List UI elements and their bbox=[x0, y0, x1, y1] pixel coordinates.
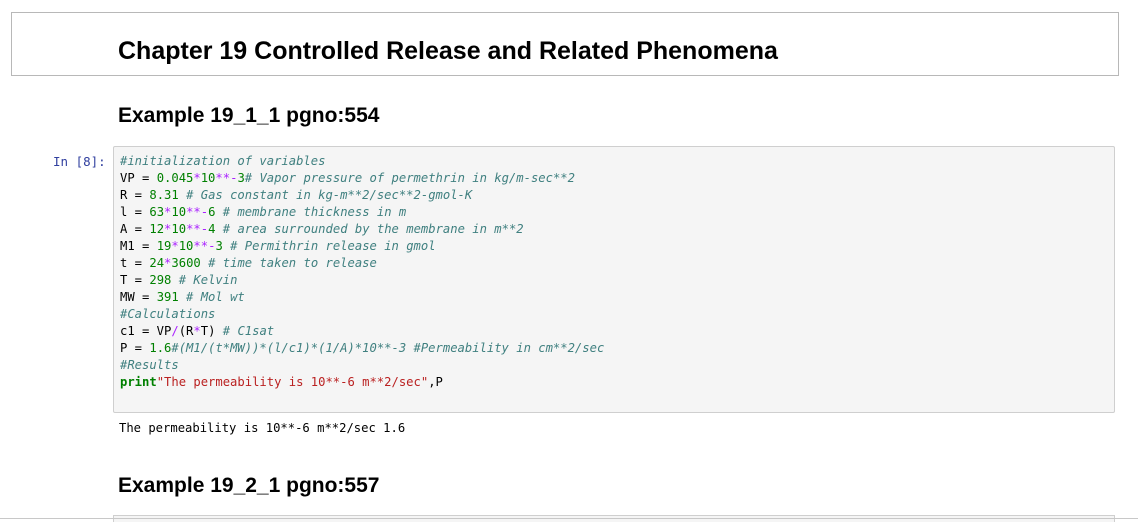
code-cell[interactable]: #initialization of variables VP = 0.045*1… bbox=[113, 146, 1115, 413]
notebook-page: Chapter 19 Controlled Release and Relate… bbox=[0, 0, 1138, 522]
chapter-title: Chapter 19 Controlled Release and Relate… bbox=[118, 37, 778, 65]
code-line: print"The permeability is 10**-6 m**2/se… bbox=[120, 375, 443, 389]
code-line: #Calculations bbox=[120, 307, 216, 321]
input-prompt: In [8]: bbox=[53, 154, 106, 169]
code-line: T = 298 # Kelvin bbox=[120, 273, 238, 287]
code-line: R = 8.31 # Gas constant in kg-m**2/sec**… bbox=[120, 188, 473, 202]
code-line: #Results bbox=[120, 358, 179, 372]
example-title-2: Example 19_2_1 pgno:557 bbox=[118, 474, 380, 497]
window-bottom-edge bbox=[0, 518, 1138, 522]
code-line: MW = 391 # Mol wt bbox=[120, 290, 245, 304]
code-line: VP = 0.045*10**-3# Vapor pressure of per… bbox=[120, 171, 575, 185]
cell-output: The permeability is 10**-6 m**2/sec 1.6 bbox=[119, 421, 406, 435]
code-editor[interactable]: #initialization of variables VP = 0.045*1… bbox=[120, 153, 604, 391]
code-line: A = 12*10**-4 # area surrounded by the m… bbox=[120, 222, 524, 236]
code-line: t = 24*3600 # time taken to release bbox=[120, 256, 377, 270]
code-line: P = 1.6#(M1/(t*MW))*(l/c1)*(1/A)*10**-3 … bbox=[120, 341, 605, 355]
example-title-1: Example 19_1_1 pgno:554 bbox=[118, 104, 380, 127]
code-line: c1 = VP/(R*T) # C1sat bbox=[120, 324, 275, 338]
code-line: l = 63*10**-6 # membrane thickness in m bbox=[120, 205, 407, 219]
code-line: #initialization of variables bbox=[120, 154, 326, 168]
code-line: M1 = 19*10**-3 # Permithrin release in g… bbox=[120, 239, 436, 253]
